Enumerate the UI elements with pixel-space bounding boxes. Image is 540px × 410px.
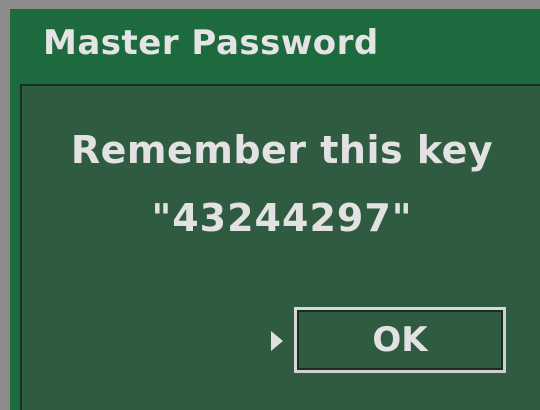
dialog-title: Master Password [43, 23, 379, 63]
password-key-text: "43244297" [151, 196, 413, 240]
dialog-title-bar: Master Password [10, 9, 540, 84]
triangle-right-icon [271, 331, 283, 351]
ok-button-label: OK [372, 320, 428, 360]
master-password-dialog: Master Password Remember this key "43244… [10, 9, 540, 410]
message-text: Remember this key [70, 128, 494, 172]
dialog-body: Remember this key "43244297" OK [20, 84, 540, 410]
ok-button[interactable]: OK [294, 307, 506, 373]
screen-frame: Master Password Remember this key "43244… [0, 0, 540, 410]
